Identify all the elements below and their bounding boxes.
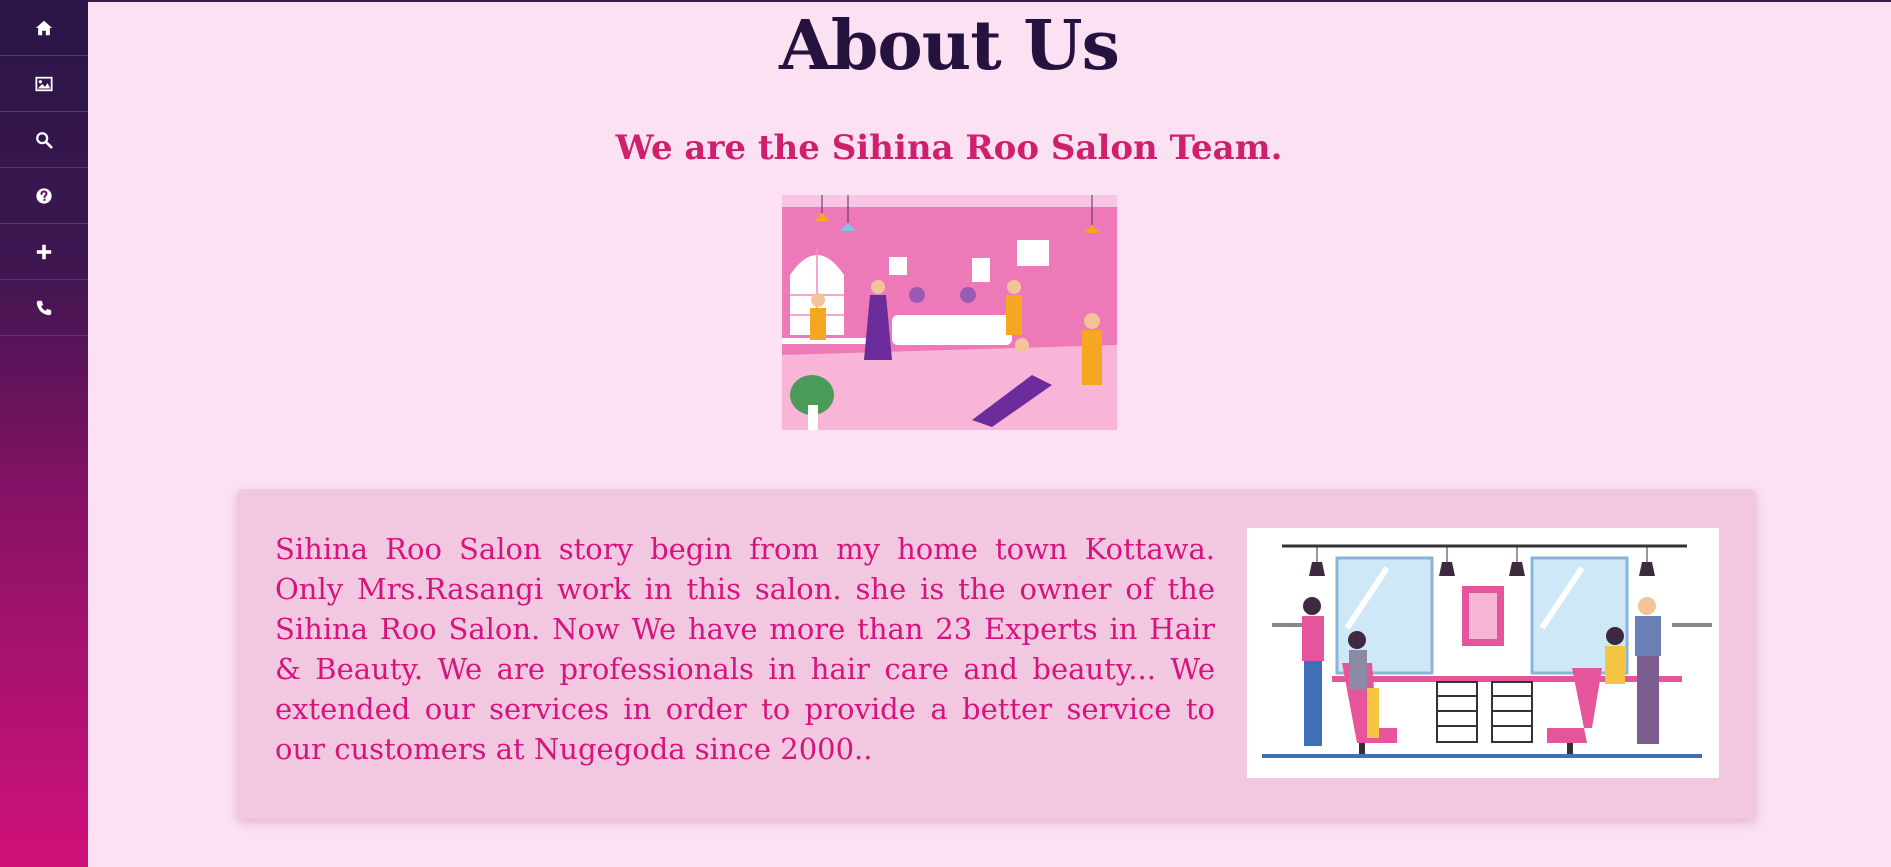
story-text: Sihina Roo Salon story begin from my hom…: [275, 532, 1215, 766]
about-section: About Us We are the Sihina Roo Salon Tea…: [88, 0, 1891, 867]
story-card: Sihina Roo Salon story begin from my hom…: [237, 489, 1756, 819]
help-icon: [36, 187, 52, 204]
sidebar-item-gallery[interactable]: [0, 56, 88, 112]
sidebar-item-help[interactable]: [0, 168, 88, 224]
sidebar-nav: [0, 0, 88, 867]
plus-icon: [36, 244, 52, 259]
page-subtitle: We are the Sihina Roo Salon Team.: [615, 128, 1283, 168]
salon-interior-illustration: [1247, 528, 1719, 778]
salon-team-illustration: [782, 195, 1117, 430]
home-icon: [35, 20, 53, 35]
phone-icon: [36, 300, 52, 315]
search-icon: [36, 131, 53, 149]
sidebar-item-home[interactable]: [0, 0, 88, 56]
sidebar-item-search[interactable]: [0, 112, 88, 168]
image-icon: [35, 76, 53, 91]
sidebar-item-add[interactable]: [0, 224, 88, 280]
sidebar-item-contact[interactable]: [0, 280, 88, 336]
page-title: About Us: [779, 6, 1120, 86]
